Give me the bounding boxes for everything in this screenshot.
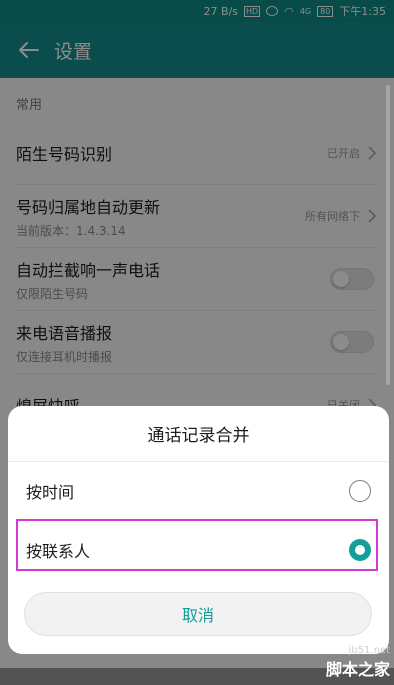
watermark: jb51.net 脚本之家	[326, 645, 390, 680]
option-by-time[interactable]: 按时间	[8, 462, 389, 520]
radio-unchecked-icon[interactable]	[349, 480, 371, 502]
option-label: 按时间	[26, 483, 75, 502]
highlight-annotation	[16, 519, 378, 571]
scrollbar	[386, 85, 390, 385]
watermark-name: 脚本之家	[325, 660, 390, 679]
merge-call-log-dialog: 通话记录合并 按时间 按联系人 取消	[8, 406, 389, 654]
dialog-title: 通话记录合并	[8, 406, 389, 462]
watermark-url: jb51.net	[348, 645, 390, 656]
cancel-button[interactable]: 取消	[24, 592, 372, 636]
